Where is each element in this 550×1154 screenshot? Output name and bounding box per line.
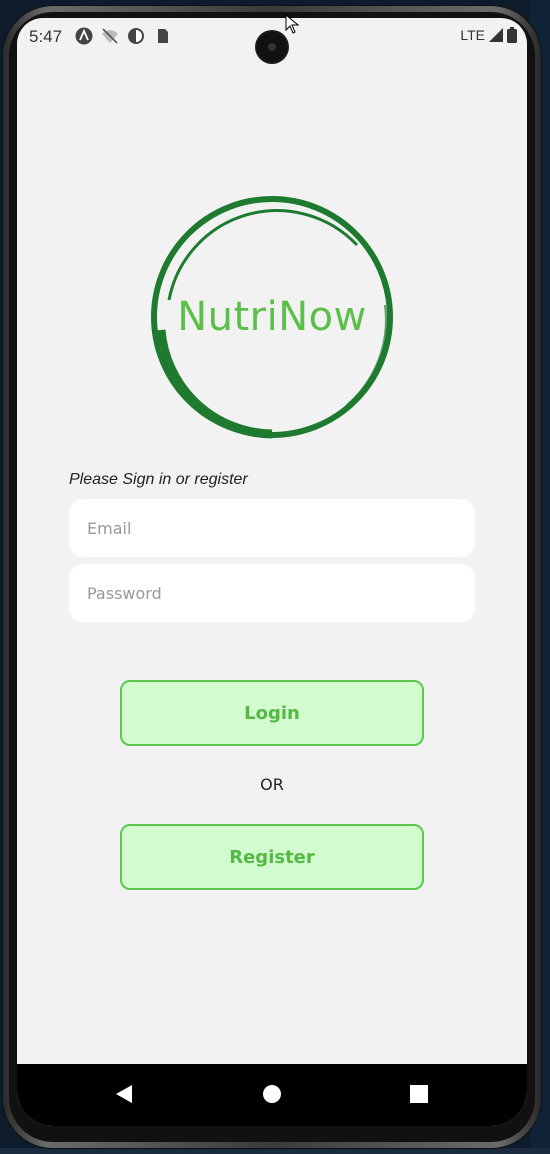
front-camera [257, 32, 287, 62]
or-divider-text: OR [260, 775, 284, 794]
status-notification-icons [75, 27, 171, 45]
password-field[interactable] [69, 564, 475, 622]
battery-icon [507, 27, 517, 43]
logo-text: NutriNow [177, 294, 367, 340]
status-time: 5:47 [29, 27, 63, 46]
app-screen: 5:47 LTE NutriNow Please Sign in or regi… [17, 18, 527, 1126]
android-studio-icon [75, 27, 93, 45]
register-button[interactable]: Register [120, 824, 424, 890]
sign-in-prompt: Please Sign in or register [69, 471, 248, 488]
nutrinow-logo: NutriNow [147, 190, 397, 444]
network-type: LTE [460, 27, 485, 43]
signal-icon [489, 28, 503, 42]
wifi-off-icon [102, 28, 118, 44]
desktop-bottom-strip [0, 1148, 550, 1154]
vpn-icon [128, 28, 144, 44]
login-button[interactable]: Login [120, 680, 424, 746]
mouse-cursor-icon [285, 14, 299, 34]
back-icon[interactable] [114, 1084, 134, 1104]
home-icon[interactable] [263, 1085, 281, 1103]
navigation-bar [17, 1064, 527, 1126]
sim-icon [158, 29, 168, 43]
recents-icon[interactable] [410, 1085, 428, 1103]
status-system-icons: LTE [460, 27, 517, 43]
email-field[interactable] [69, 499, 475, 557]
status-bar: 5:47 LTE [17, 18, 527, 62]
